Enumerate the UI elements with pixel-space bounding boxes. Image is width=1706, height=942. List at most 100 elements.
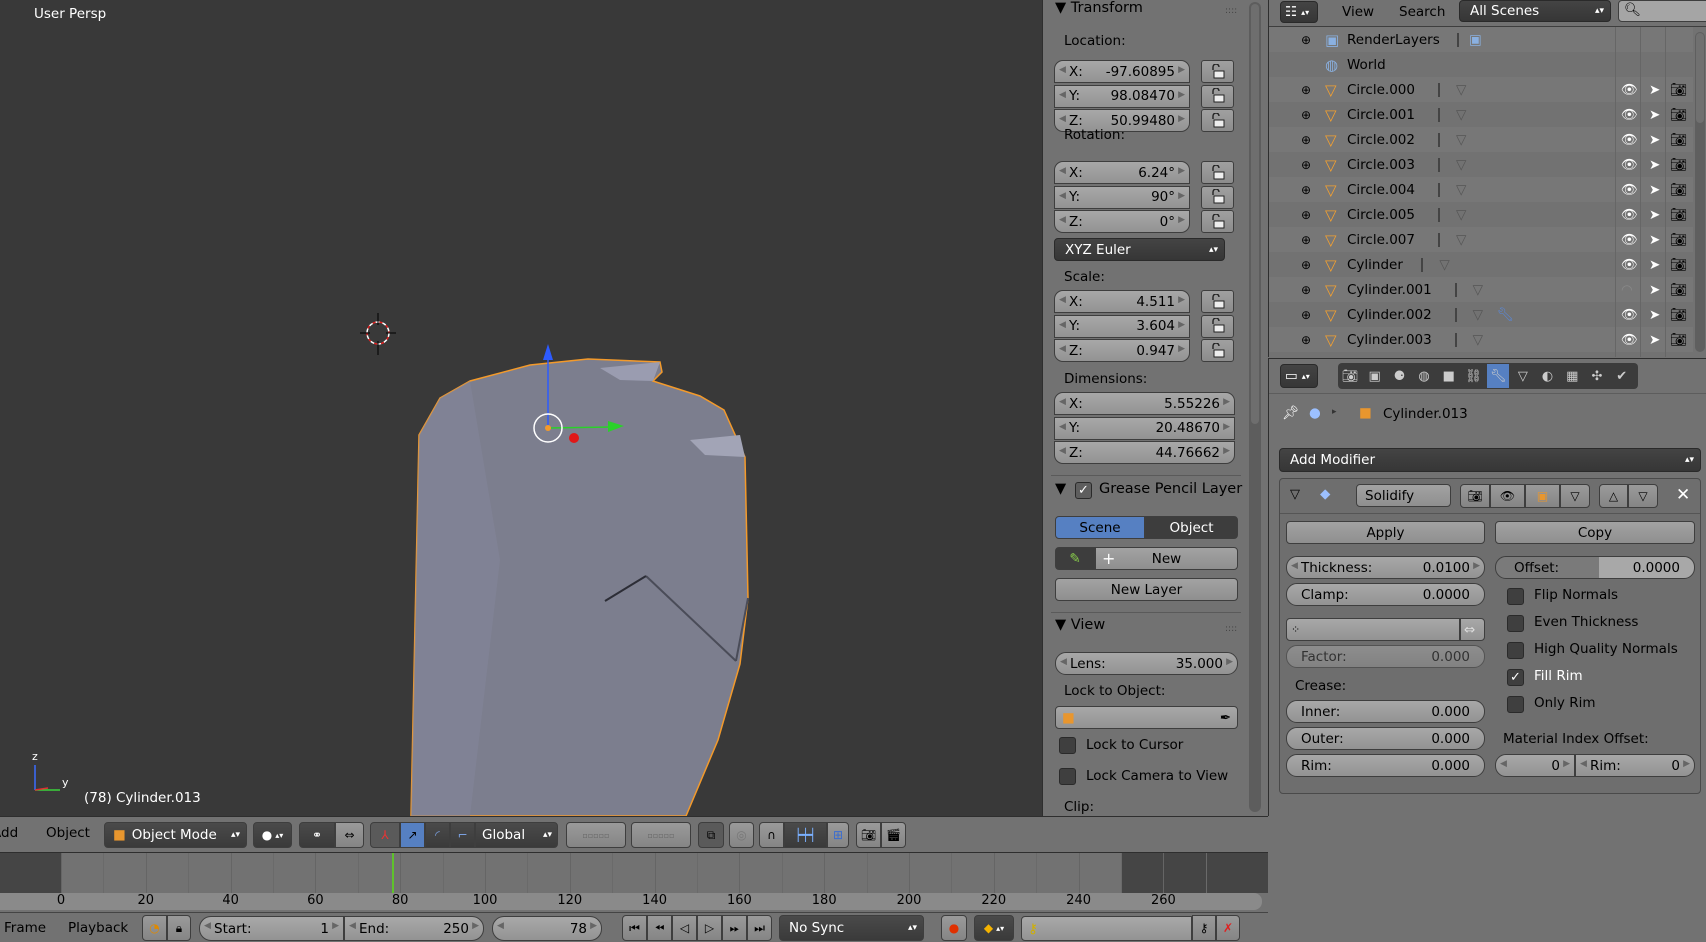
pin-icon[interactable]: 📌︎ — [1282, 405, 1299, 421]
delete-keyframe-icon[interactable]: ✗ — [1216, 915, 1240, 941]
crease-outer-slider[interactable]: Outer: 0.000 — [1286, 727, 1485, 750]
mesh-data-icon[interactable]: ▽ — [1456, 107, 1466, 123]
outliner-row[interactable]: ⊕ ▽ Circle.005 ▽ 👁︎ ➤ 📷︎ — [1269, 202, 1693, 227]
snap-target-icon[interactable]: ⊞ — [827, 822, 849, 848]
collapse-triangle-icon[interactable]: ▽ — [1290, 487, 1300, 502]
render-icon[interactable]: 📷︎ — [1339, 364, 1361, 388]
rotation-lock-icon[interactable] — [1201, 161, 1234, 184]
pivot-align-toggle-icon[interactable]: ⇔ — [335, 822, 364, 848]
jump-keyframe-back-icon[interactable]: ⏪︎ — [647, 915, 672, 941]
menu-view[interactable]: View — [1342, 4, 1374, 20]
opengl-render-animation-icon[interactable]: 🎬︎ — [881, 822, 906, 848]
translate-manipulator-icon[interactable]: ↗ — [400, 822, 425, 848]
menu-object[interactable]: Object — [46, 825, 90, 841]
rotation-z-field[interactable]: ◀ ▶ Z: 0° — [1054, 210, 1190, 233]
location-lock-icon[interactable] — [1201, 84, 1234, 108]
mesh-data-icon[interactable]: ▽ — [1456, 157, 1466, 173]
outliner-row[interactable]: ⊕ ▽ Cylinder ▽ 👁︎ ➤ 📷︎ — [1269, 252, 1693, 277]
manipulator-toggle-icon[interactable]: ⅄ — [370, 822, 400, 848]
pivot-point-dropdown[interactable]: ⚭ — [299, 822, 335, 848]
jump-end-icon[interactable]: ⏭︎ — [747, 915, 772, 941]
rotation-mode-dropdown[interactable]: XYZ Euler ▴▾ — [1054, 238, 1225, 261]
selectability-cursor-icon[interactable]: ➤ — [1649, 307, 1660, 323]
renderability-camera-icon[interactable]: 📷︎ — [1670, 182, 1687, 198]
selectability-cursor-icon[interactable]: ➤ — [1649, 332, 1660, 348]
visibility-eye-icon[interactable]: 👁︎ — [1621, 232, 1638, 248]
scene-icon[interactable]: ⚈ — [1388, 364, 1410, 388]
copy-button[interactable]: Copy — [1495, 521, 1695, 544]
new-layer-button[interactable]: New Layer — [1055, 578, 1238, 601]
renderability-camera-icon[interactable]: 📷︎ — [1670, 82, 1687, 98]
new-grease-pencil-button[interactable]: + New — [1095, 547, 1238, 570]
world-icon[interactable]: ◍ — [1413, 364, 1435, 388]
selectability-cursor-icon[interactable]: ➤ — [1649, 157, 1660, 173]
modifiers-icon[interactable]: 🔧︎ — [1487, 364, 1510, 388]
expand-icon[interactable]: ⊕ — [1301, 308, 1311, 322]
jump-keyframe-forward-icon[interactable]: ⏩︎ — [722, 915, 747, 941]
rotate-manipulator-icon[interactable]: ◜ — [425, 822, 450, 848]
visibility-eye-icon[interactable]: 👁︎ — [1621, 257, 1638, 273]
rotation-y-field[interactable]: ◀ ▶ Y: 90° — [1054, 185, 1190, 209]
material-icon[interactable]: ◐ — [1537, 364, 1559, 388]
lens-field[interactable]: ◀ Lens: 35.000 ▶ — [1055, 652, 1238, 675]
renderability-camera-icon[interactable]: 📷︎ — [1670, 332, 1687, 348]
rotation-lock-icon[interactable] — [1201, 185, 1234, 209]
outliner-row[interactable]: ◍ World — [1269, 52, 1693, 77]
selectability-cursor-icon[interactable]: ➤ — [1649, 282, 1660, 298]
mesh-data-icon[interactable]: ▽ — [1456, 82, 1466, 98]
keying-mode-dropdown[interactable]: ◆ ▴▾ — [974, 915, 1014, 941]
shelf-scrollbar[interactable] — [1249, 2, 1261, 812]
visibility-eye-icon[interactable]: 👁︎ — [1621, 132, 1638, 148]
shading-dropdown[interactable]: ● ▴▾ — [253, 822, 292, 848]
orientation-dropdown[interactable]: Global ▴▾ — [475, 822, 558, 848]
crease-inner-slider[interactable]: Inner: 0.000 — [1286, 700, 1485, 723]
scale-lock-icon[interactable] — [1201, 290, 1234, 313]
drag-handle-icon[interactable]: :::: — [1225, 6, 1237, 16]
scale-lock-icon[interactable] — [1201, 339, 1234, 362]
menu-search[interactable]: Search — [1399, 4, 1445, 20]
mesh-data-icon[interactable]: ▽ — [1473, 282, 1483, 298]
lock-to-cursor-checkbox[interactable] — [1059, 737, 1076, 754]
texture-icon[interactable]: ▦ — [1561, 364, 1583, 388]
constraints-icon[interactable]: ⛓︎ — [1463, 364, 1485, 388]
outliner-row[interactable]: ⊕ ▽ Circle.002 ▽ 👁︎ ➤ 📷︎ — [1269, 127, 1693, 152]
jump-start-icon[interactable]: ⏮︎ — [622, 915, 647, 941]
renderability-camera-icon[interactable]: 📷︎ — [1670, 132, 1687, 148]
dimensions-y-field[interactable]: ◀ ▶ Y: 20.48670 — [1054, 416, 1235, 440]
vertex-group-field[interactable]: ⁘ — [1286, 618, 1460, 641]
material-offset-field[interactable]: ◀ 0 ▶ — [1495, 754, 1575, 777]
render-toggle-camera-icon[interactable]: 📷︎ — [1460, 484, 1490, 508]
grease-pencil-panel-header[interactable]: ▼ — [1055, 481, 1066, 497]
keying-set-field[interactable]: ⚷ — [1021, 916, 1192, 941]
insert-keyframe-icon[interactable]: ⚷ — [1192, 915, 1216, 941]
outliner-row[interactable]: ⊕ ▽ Circle.007 ▽ 👁︎ ➤ 📷︎ — [1269, 227, 1693, 252]
lock-layers-icon[interactable]: ⧉ — [698, 822, 724, 848]
opengl-render-image-icon[interactable]: 📷︎ — [856, 822, 881, 848]
editor-type-selector[interactable]: ▭ ▴▾ — [1280, 364, 1318, 388]
lock-camera-checkbox[interactable] — [1059, 768, 1076, 785]
current-frame-field[interactable]: ◀ 78 ▶ — [492, 916, 602, 941]
add-modifier-dropdown[interactable]: Add Modifier ▴▾ — [1279, 448, 1701, 472]
3d-viewport[interactable]: User Persp z y (78) Cylinder.013 — [0, 0, 1042, 816]
visibility-eye-icon[interactable]: 👁︎ — [1621, 207, 1638, 223]
grease-pencil-object-tab[interactable]: Object — [1145, 516, 1238, 539]
expand-icon[interactable]: ⊕ — [1301, 83, 1311, 97]
editmode-toggle-icon[interactable]: ▣ — [1525, 484, 1560, 508]
physics-icon[interactable]: ✔ — [1611, 364, 1633, 388]
timeline-scrollbar[interactable]: 0 20 40 60 80 100 120 140 160 180 200 220 240 260 — [0, 893, 1262, 910]
outliner-row[interactable]: ⊕ ▽ Circle.004 ▽ 👁︎ ➤ 📷︎ — [1269, 177, 1693, 202]
scale-manipulator-icon[interactable]: ⌐ — [450, 822, 475, 848]
outliner-row[interactable]: ⊕ ▽ Circle.000 ▽ 👁︎ ➤ 📷︎ — [1269, 77, 1693, 102]
dimensions-z-field[interactable]: ◀ ▶ Z: 44.76662 — [1054, 441, 1235, 464]
modifier-wrench-icon[interactable]: 🔧︎ — [1497, 307, 1514, 323]
visibility-eye-icon[interactable]: 👁︎ — [1621, 82, 1638, 98]
outliner-row[interactable]: ⊕ ▽ Cylinder.002 ▽ 🔧︎ 👁︎ ➤ 📷︎ — [1269, 302, 1693, 327]
menu-add[interactable]: Add — [0, 825, 18, 841]
move-up-icon[interactable]: △ — [1599, 484, 1628, 508]
expand-icon[interactable]: ⊕ — [1301, 208, 1311, 222]
renderability-camera-icon[interactable]: 📷︎ — [1670, 307, 1687, 323]
outliner-row[interactable]: ⊕ ▽ Cylinder.003 ▽ 👁︎ ➤ 📷︎ — [1269, 327, 1693, 352]
remove-modifier-icon[interactable]: ✕ — [1676, 485, 1690, 505]
start-frame-field[interactable]: ◀ Start: 1 ▶ — [199, 916, 344, 941]
expand-icon[interactable]: ⊕ — [1301, 183, 1311, 197]
